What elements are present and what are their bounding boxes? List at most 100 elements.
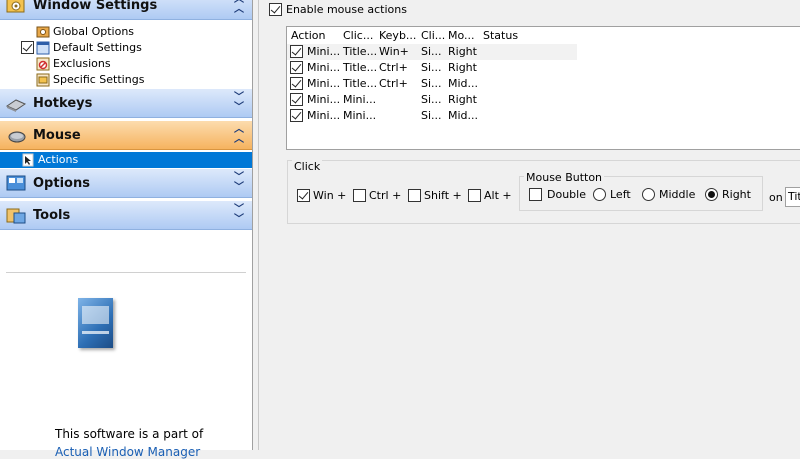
double-click-checkbox[interactable] <box>529 188 542 201</box>
exclusions-icon <box>36 57 50 71</box>
table-row[interactable]: Mini... Title... Ctrl+ Si... Mid... <box>287 76 577 92</box>
options-icon <box>6 175 26 191</box>
actions-list[interactable]: Action Clic... Keyb... Cli... Mo... Stat… <box>286 26 800 150</box>
sidebar: Window Settings ︿︿ Global Options Defaul… <box>0 0 253 459</box>
group-options[interactable]: Options ﹀ ﹀ <box>0 168 252 198</box>
sidebar-item-label: Actions <box>38 153 79 166</box>
enable-mouse-actions[interactable]: Enable mouse actions <box>269 1 407 17</box>
button-left-option[interactable]: Left <box>593 188 631 201</box>
group-window-settings[interactable]: Window Settings ︿︿ <box>0 0 252 20</box>
double-click-option[interactable]: Double <box>529 188 586 201</box>
group-hotkeys[interactable]: Hotkeys ﹀ ﹀ <box>0 88 252 118</box>
column-header-status[interactable]: Status <box>483 29 518 42</box>
window-icon <box>36 41 50 55</box>
cell-mouse: Right <box>448 93 477 106</box>
table-row[interactable]: Mini... Title... Ctrl+ Si... Right <box>287 60 577 76</box>
modifier-label: Ctrl + <box>369 189 402 202</box>
modifier-shift[interactable]: Shift + <box>408 189 462 202</box>
cell-keyboard: Ctrl+ <box>379 77 408 90</box>
column-header-mouse[interactable]: Mo... <box>448 29 475 42</box>
chevron-down-icon[interactable]: ﹀ ﹀ <box>234 173 244 193</box>
group-label: Window Settings <box>33 0 158 13</box>
default-settings-checkbox[interactable] <box>21 41 34 54</box>
row-checkbox[interactable] <box>290 93 303 106</box>
cell-click: Mini... <box>343 93 377 106</box>
modifier-alt[interactable]: Alt + <box>468 189 512 202</box>
cell-clicks: Si... <box>421 45 442 58</box>
cell-keyboard: Win+ <box>379 45 409 58</box>
window-settings-icon <box>6 0 25 13</box>
table-row[interactable]: Mini... Title... Win+ Si... Right <box>287 44 577 60</box>
group-label: Mouse <box>33 127 81 143</box>
modifier-win[interactable]: Win + <box>297 189 346 202</box>
list-header: Action Clic... Keyb... Cli... Mo... Stat… <box>287 27 800 44</box>
promo-text: This software is a part of <box>55 427 204 441</box>
enable-mouse-actions-checkbox[interactable] <box>269 2 282 16</box>
button-right-radio[interactable] <box>705 188 718 201</box>
cell-clicks: Si... <box>421 109 442 122</box>
cell-keyboard: Ctrl+ <box>379 61 408 74</box>
sidebar-item-label: Global Options <box>53 25 135 38</box>
cell-mouse: Mid... <box>448 109 479 122</box>
target-area-combo[interactable]: Title <box>785 187 800 207</box>
row-checkbox[interactable] <box>290 61 303 74</box>
chevron-down-icon[interactable]: ﹀ ﹀ <box>234 93 244 113</box>
chevron-up-icon[interactable]: ︿︿ <box>234 125 244 145</box>
click-group-label: Click <box>292 160 323 173</box>
cell-clicks: Si... <box>421 77 442 90</box>
cell-clicks: Si... <box>421 61 442 74</box>
cell-click: Mini... <box>343 109 377 122</box>
sidebar-divider <box>6 272 246 273</box>
modifier-label: Alt + <box>484 189 512 202</box>
column-header-keyboard[interactable]: Keyb... <box>379 29 416 42</box>
modifier-win-checkbox[interactable] <box>297 189 310 202</box>
enable-mouse-actions-label: Enable mouse actions <box>286 2 407 16</box>
button-right-option[interactable]: Right <box>705 188 751 201</box>
button-left-radio[interactable] <box>593 188 606 201</box>
sidebar-item-label: Specific Settings <box>53 73 145 86</box>
cell-action: Mini... <box>307 77 341 90</box>
button-middle-radio[interactable] <box>642 188 655 201</box>
cell-mouse: Mid... <box>448 77 479 90</box>
cell-clicks: Si... <box>421 93 442 106</box>
sidebar-item-label: Default Settings <box>53 41 142 54</box>
group-mouse[interactable]: Mouse ︿ ︿ <box>0 120 252 150</box>
table-row[interactable]: Mini... Mini... Si... Right <box>287 92 577 108</box>
cell-click: Title... <box>343 61 378 74</box>
specific-settings-icon <box>36 73 50 87</box>
column-header-action[interactable]: Action <box>291 29 325 42</box>
row-checkbox[interactable] <box>290 45 303 58</box>
modifier-alt-checkbox[interactable] <box>468 189 481 202</box>
column-header-click[interactable]: Clic... <box>343 29 373 42</box>
group-tools[interactable]: Tools ﹀ ﹀ <box>0 200 252 230</box>
button-label: Right <box>722 188 751 201</box>
cell-action: Mini... <box>307 109 341 122</box>
modifier-ctrl-checkbox[interactable] <box>353 189 366 202</box>
tools-icon <box>6 208 26 224</box>
cell-action: Mini... <box>307 93 341 106</box>
mouse-icon <box>8 131 26 143</box>
double-click-label: Double <box>547 188 586 201</box>
cell-mouse: Right <box>448 61 477 74</box>
button-middle-option[interactable]: Middle <box>642 188 695 201</box>
chevron-up-icon[interactable]: ︿︿ <box>234 0 244 15</box>
table-row[interactable]: Mini... Mini... Si... Mid... <box>287 108 577 124</box>
group-label: Hotkeys <box>33 95 93 111</box>
promo-link[interactable]: Actual Window Manager <box>55 445 200 459</box>
chevron-down-icon[interactable]: ﹀ ﹀ <box>234 205 244 225</box>
row-checkbox[interactable] <box>290 77 303 90</box>
global-options-icon <box>36 26 50 38</box>
target-area-value: Title <box>788 190 800 203</box>
main-panel: Enable mouse actions Action Clic... Keyb… <box>258 0 800 450</box>
cell-click: Title... <box>343 77 378 90</box>
column-header-clicks[interactable]: Cli... <box>421 29 445 42</box>
modifier-shift-checkbox[interactable] <box>408 189 421 202</box>
row-checkbox[interactable] <box>290 109 303 122</box>
actions-icon <box>22 153 34 167</box>
modifier-ctrl[interactable]: Ctrl + <box>353 189 401 202</box>
sidebar-item-actions[interactable]: Actions <box>0 152 252 168</box>
modifier-label: Win + <box>313 189 347 202</box>
mouse-button-group-label: Mouse Button <box>524 171 605 184</box>
button-label: Middle <box>659 188 696 201</box>
modifier-label: Shift + <box>424 189 462 202</box>
